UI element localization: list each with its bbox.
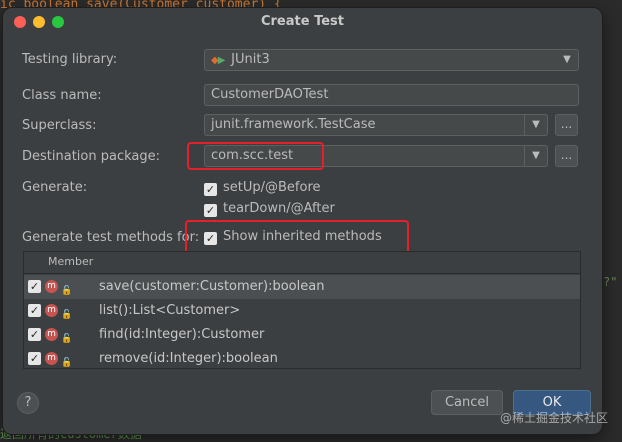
member-name: save(customer:Customer):boolean: [99, 279, 325, 294]
table-row[interactable]: ✓ m 🔓 save(customer:Customer):boolean: [24, 275, 580, 299]
checkmark-icon: ✓: [204, 204, 217, 217]
destination-package-browse-button[interactable]: ...: [555, 145, 578, 167]
highlight-box-package: [187, 142, 324, 170]
superclass-label: Superclass:: [22, 118, 97, 133]
method-icon: m: [45, 304, 58, 317]
unlock-icon: 🔓: [61, 358, 73, 368]
member-name: list():List<Customer>: [99, 303, 241, 318]
chevron-down-icon: ▼: [563, 54, 571, 65]
testing-library-value: JUnit3: [231, 52, 270, 67]
superclass-value: junit.framework.TestCase: [211, 117, 376, 132]
row-checkbox[interactable]: ✓: [28, 304, 41, 317]
row-checkbox[interactable]: ✓: [28, 328, 41, 341]
teardown-checkbox[interactable]: ✓ tearDown/@After: [204, 201, 335, 217]
method-icon: m: [45, 352, 58, 365]
members-table-header: Member: [24, 252, 580, 274]
generate-label: Generate:: [22, 180, 88, 195]
help-button[interactable]: ?: [17, 392, 39, 414]
destination-package-label: Destination package:: [22, 149, 160, 164]
chevron-down-icon: ▼: [524, 115, 547, 135]
create-test-dialog: Create Test Testing library: ◆▶ JUnit3 ▼…: [3, 8, 602, 434]
setup-label: setUp/@Before: [223, 180, 321, 195]
superclass-browse-button[interactable]: ...: [555, 114, 578, 136]
table-row[interactable]: ✓ m 🔓 remove(id:Integer):boolean: [24, 347, 580, 371]
dialog-title: Create Test: [260, 14, 344, 29]
table-row[interactable]: ✓ m 🔓 list():List<Customer>: [24, 299, 580, 323]
member-name: remove(id:Integer):boolean: [99, 351, 278, 366]
cancel-button[interactable]: Cancel: [431, 390, 503, 415]
checkmark-icon: ✓: [204, 183, 217, 196]
row-checkbox[interactable]: ✓: [28, 352, 41, 365]
setup-checkbox[interactable]: ✓ setUp/@Before: [204, 180, 321, 196]
background-code-fragment: ?": [603, 275, 618, 289]
junit-icon: ◆▶: [211, 55, 225, 66]
superclass-select[interactable]: junit.framework.TestCase ▼: [204, 114, 548, 136]
chevron-down-icon: ▼: [524, 146, 547, 166]
watermark-text: @稀土掘金技术社区: [499, 411, 608, 425]
row-checkbox[interactable]: ✓: [28, 280, 41, 293]
teardown-label: tearDown/@After: [223, 201, 335, 216]
table-row[interactable]: ✓ m 🔓 find(id:Integer):Customer: [24, 323, 580, 347]
generate-methods-label: Generate test methods for:: [22, 230, 200, 245]
testing-library-select[interactable]: ◆▶ JUnit3 ▼: [204, 49, 579, 71]
method-icon: m: [45, 280, 58, 293]
class-name-label: Class name:: [22, 88, 102, 103]
member-name: find(id:Integer):Customer: [99, 327, 265, 342]
members-table: Member ✓ m 🔓 save(customer:Customer):boo…: [23, 251, 581, 369]
method-icon: m: [45, 328, 58, 341]
class-name-input[interactable]: CustomerDAOTest: [204, 84, 579, 106]
testing-library-label: Testing library:: [22, 52, 118, 67]
